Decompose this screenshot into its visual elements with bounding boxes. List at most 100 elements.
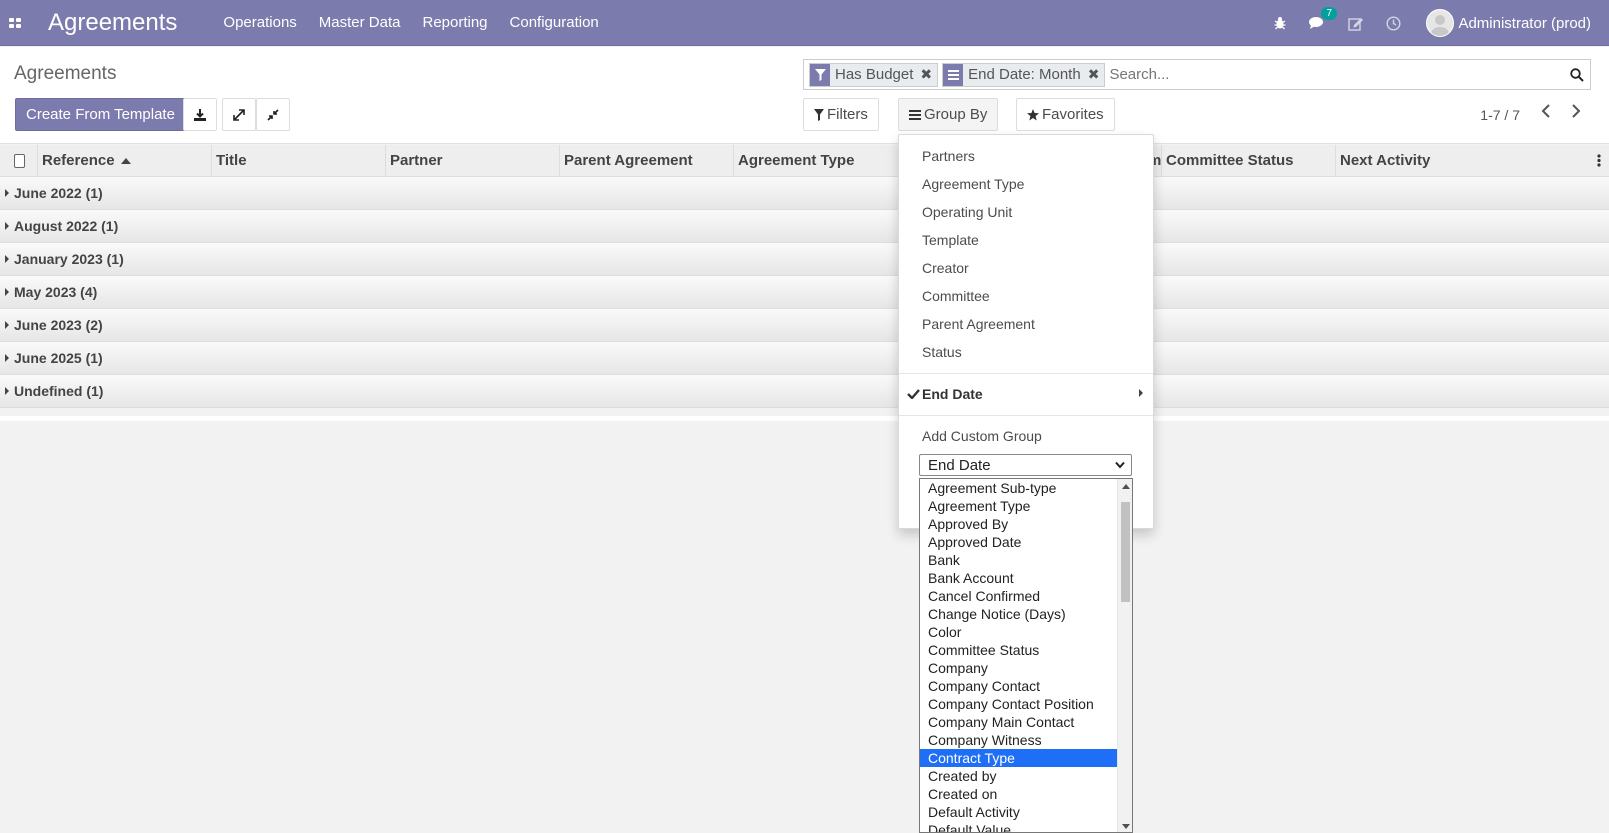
caret-right-icon <box>5 354 9 362</box>
column-parent-agreement[interactable]: Parent Agreement <box>560 144 734 177</box>
user-menu[interactable]: Administrator (prod) <box>1426 9 1591 37</box>
menu-reporting[interactable]: Reporting <box>422 14 487 31</box>
group-by-option[interactable]: Operating Unit <box>922 204 1012 220</box>
facet-end-date-month[interactable]: End Date: Month ✖ <box>942 62 1106 87</box>
column-agreement-type[interactable]: Agreement Type <box>734 144 908 177</box>
collapse-icon <box>267 108 279 121</box>
listbox-option[interactable]: Cancel Confirmed <box>920 587 1117 605</box>
listbox-option[interactable]: Bank <box>920 551 1117 569</box>
avatar <box>1426 9 1455 37</box>
favorites-label: Favorites <box>1042 106 1104 123</box>
listbox-option[interactable]: Default Activity <box>920 803 1117 821</box>
scrollbar-thumb[interactable] <box>1121 502 1130 602</box>
listbox-option[interactable]: Color <box>920 623 1117 641</box>
listbox-option[interactable]: Committee Status <box>920 641 1117 659</box>
favorites-button[interactable]: Favorites <box>1016 98 1115 131</box>
facet-has-budget[interactable]: Has Budget ✖ <box>809 62 939 87</box>
facet-label: End Date: Month <box>968 66 1081 83</box>
optional-columns-icon[interactable] <box>1597 154 1601 170</box>
group-row[interactable]: August 2022 (1) <box>0 210 1609 243</box>
group-row[interactable]: June 2023 (2) <box>0 309 1609 342</box>
group-by-option[interactable]: Parent Agreement <box>922 316 1035 332</box>
top-navbar: Agreements Operations Master Data Report… <box>0 0 1609 46</box>
listbox-option[interactable]: Default Value <box>920 821 1117 832</box>
column-partner[interactable]: Partner <box>386 144 560 177</box>
table-header: Reference Title Partner Parent Agreement… <box>0 144 1609 177</box>
group-by-option[interactable]: Partners <box>922 148 975 164</box>
group-row[interactable]: June 2025 (1) <box>0 342 1609 375</box>
list-icon <box>909 109 921 120</box>
column-title[interactable]: Title <box>212 144 386 177</box>
column-label: Agreement Type <box>738 152 855 169</box>
group-label: January 2023 (1) <box>14 251 124 267</box>
listbox-option[interactable]: Created by <box>920 767 1117 785</box>
listbox-option[interactable]: Change Notice (Days) <box>920 605 1117 623</box>
create-from-template-button[interactable]: Create From Template <box>15 98 186 131</box>
group-by-option[interactable]: Template <box>922 232 979 248</box>
group-row[interactable]: January 2023 (1) <box>0 243 1609 276</box>
pager-next-icon[interactable] <box>1571 104 1581 121</box>
listbox-option[interactable]: Agreement Sub-type <box>920 479 1117 497</box>
chevron-down-icon <box>1115 461 1125 469</box>
listbox-option[interactable]: Agreement Type <box>920 497 1117 515</box>
column-reference[interactable]: Reference <box>38 144 212 177</box>
group-label: June 2022 (1) <box>14 185 103 201</box>
column-label: Partner <box>390 152 443 169</box>
group-by-option[interactable]: Creator <box>922 260 969 276</box>
group-by-option-end-date[interactable]: End Date <box>922 386 983 402</box>
search-bar[interactable]: Has Budget ✖ End Date: Month ✖ <box>803 59 1591 90</box>
select-all-cell <box>0 144 38 177</box>
group-row[interactable]: May 2023 (4) <box>0 276 1609 309</box>
listbox-option[interactable]: Company Contact Position <box>920 695 1117 713</box>
custom-group-listbox[interactable]: Agreement Sub-type Agreement Type Approv… <box>919 478 1133 833</box>
chat-icon[interactable]: 7 <box>1309 7 1338 30</box>
listbox-option[interactable]: Approved Date <box>920 533 1117 551</box>
listbox-scrollbar[interactable] <box>1117 479 1132 832</box>
app-title[interactable]: Agreements <box>48 9 177 37</box>
group-by-option[interactable]: Agreement Type <box>922 176 1024 192</box>
column-next-activity[interactable]: Next Activity <box>1336 145 1510 177</box>
custom-group-select[interactable]: End Date <box>919 454 1132 476</box>
listbox-option[interactable]: Created on <box>920 785 1117 803</box>
group-row[interactable]: Undefined (1) <box>0 375 1609 408</box>
group-by-button[interactable]: Group By <box>898 98 999 131</box>
menu-master-data[interactable]: Master Data <box>319 14 401 31</box>
scroll-up-icon[interactable] <box>1122 484 1130 489</box>
group-by-option[interactable]: Committee <box>922 288 990 304</box>
scroll-down-icon[interactable] <box>1122 824 1130 829</box>
apps-grid-icon[interactable] <box>0 0 30 46</box>
collapse-button[interactable] <box>256 98 290 131</box>
search-icon[interactable] <box>1564 67 1590 82</box>
remove-facet-icon[interactable]: ✖ <box>1088 66 1100 83</box>
clock-icon[interactable] <box>1386 15 1401 31</box>
remove-facet-icon[interactable]: ✖ <box>920 66 932 83</box>
divider <box>899 373 1153 374</box>
listbox-option[interactable]: Approved By <box>920 515 1117 533</box>
column-committee-status[interactable]: Committee Status <box>1162 144 1336 177</box>
download-icon <box>194 108 206 121</box>
caret-right-icon <box>5 321 9 329</box>
expand-button[interactable] <box>222 98 256 131</box>
list-icon <box>943 63 964 86</box>
edit-icon[interactable] <box>1348 16 1364 31</box>
menu-configuration[interactable]: Configuration <box>510 14 599 31</box>
pager-value[interactable]: 1-7 / 7 <box>1480 107 1520 123</box>
filters-button[interactable]: Filters <box>803 98 879 131</box>
listbox-option[interactable]: Company <box>920 659 1117 677</box>
listbox-option[interactable]: Company Main Contact <box>920 713 1117 731</box>
listbox-option[interactable]: Company Witness <box>920 731 1117 749</box>
group-by-option[interactable]: Status <box>922 344 962 360</box>
select-all-checkbox[interactable] <box>14 153 25 168</box>
download-button[interactable] <box>183 98 217 131</box>
bug-icon[interactable] <box>1273 16 1287 30</box>
add-custom-group-label[interactable]: Add Custom Group <box>922 428 1042 444</box>
menu-operations[interactable]: Operations <box>223 14 296 31</box>
search-input[interactable] <box>1109 62 1564 87</box>
messages-count-badge: 7 <box>1321 7 1338 20</box>
facet-label: Has Budget <box>835 66 914 83</box>
listbox-option[interactable]: Bank Account <box>920 569 1117 587</box>
group-row[interactable]: June 2022 (1) <box>0 177 1609 210</box>
listbox-option[interactable]: Company Contact <box>920 677 1117 695</box>
listbox-option-selected[interactable]: Contract Type <box>920 749 1117 767</box>
pager-previous-icon[interactable] <box>1541 104 1551 121</box>
